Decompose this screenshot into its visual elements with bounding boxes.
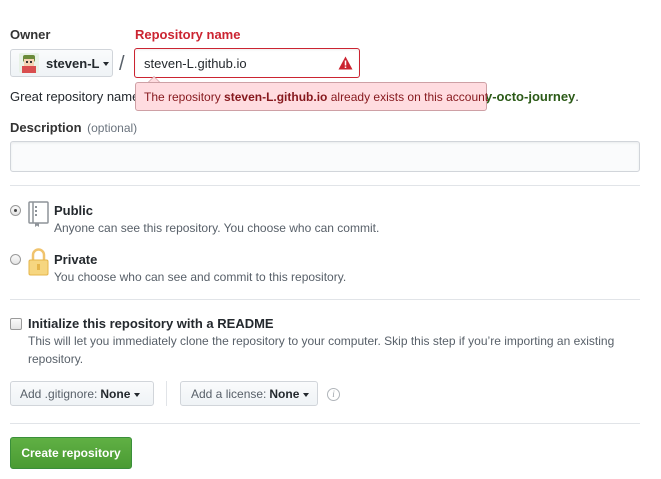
- suggestion-period: .: [575, 89, 579, 104]
- repo-book-icon: [28, 201, 49, 227]
- divider: [10, 423, 640, 424]
- private-title[interactable]: Private: [54, 252, 97, 267]
- description-input[interactable]: [10, 141, 640, 172]
- owner-label: Owner: [10, 27, 51, 42]
- error-prefix: The repository: [144, 89, 225, 104]
- license-dropdown[interactable]: Add a license: None: [180, 381, 318, 406]
- gitignore-label: Add .gitignore:: [20, 386, 98, 401]
- error-tooltip: The repository steven-L.github.io alread…: [135, 82, 489, 111]
- description-label: Description (optional): [10, 120, 137, 135]
- chevron-down-icon: [134, 392, 141, 397]
- warning-icon: [338, 56, 353, 70]
- chevron-down-icon: [103, 62, 110, 66]
- tooltip-arrow-fill: [149, 77, 159, 82]
- license-value: None: [269, 386, 300, 401]
- gitignore-dropdown[interactable]: Add .gitignore: None: [10, 381, 154, 406]
- readme-description-line1: This will let you immediately clone the …: [28, 334, 615, 348]
- owner-dropdown[interactable]: steven-L: [10, 49, 113, 77]
- error-suffix: already exists on this account: [327, 89, 489, 104]
- public-radio[interactable]: [10, 205, 21, 216]
- avatar: [19, 53, 39, 73]
- suggestion-text: Great repository name: [10, 89, 140, 104]
- info-icon[interactable]: i: [327, 388, 340, 401]
- suggestion-tail: y-octo-journey.: [485, 89, 579, 104]
- divider: [10, 299, 640, 300]
- license-label: Add a license:: [191, 386, 267, 401]
- error-repo-name: steven-L.github.io: [224, 89, 328, 104]
- description-optional: (optional): [87, 121, 138, 135]
- private-description: You choose who can see and commit to thi…: [54, 270, 347, 284]
- repository-name-label: Repository name: [135, 27, 241, 42]
- owner-username: steven-L: [46, 55, 100, 71]
- private-radio[interactable]: [10, 254, 21, 265]
- readme-description-line2: repository.: [28, 352, 84, 366]
- create-repository-button[interactable]: Create repository: [10, 437, 132, 469]
- divider: [10, 185, 640, 186]
- repository-name-input[interactable]: steven-L.github.io: [134, 48, 360, 78]
- repository-name-value: steven-L.github.io: [144, 56, 247, 71]
- description-label-text: Description: [10, 120, 82, 135]
- readme-title[interactable]: Initialize this repository with a README: [28, 316, 274, 331]
- lock-icon: [28, 248, 49, 276]
- owner-repo-separator: /: [119, 53, 125, 75]
- suggested-repo-name[interactable]: y-octo-journey: [485, 89, 575, 104]
- vertical-divider: [166, 381, 167, 406]
- chevron-down-icon: [303, 392, 310, 397]
- public-description: Anyone can see this repository. You choo…: [54, 221, 380, 235]
- public-title[interactable]: Public: [54, 203, 93, 218]
- readme-checkbox[interactable]: [10, 318, 22, 330]
- gitignore-value: None: [100, 386, 131, 401]
